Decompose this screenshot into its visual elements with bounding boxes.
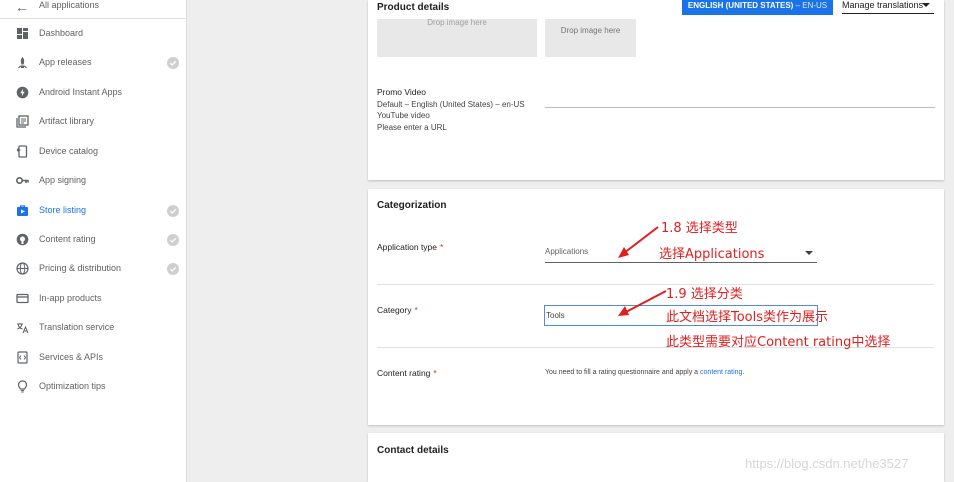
sidebar-item-app-signing[interactable]: App signing <box>0 166 186 195</box>
sidebar-item-content-rating[interactable]: Content rating <box>0 225 186 254</box>
category-label-text: Category <box>377 305 412 315</box>
required-mark: * <box>433 368 437 378</box>
sidebar-item-label: Artifact library <box>39 116 95 126</box>
sidebar-item-services-apis[interactable]: Services & APIs <box>0 343 186 372</box>
required-mark: * <box>414 305 418 315</box>
lightbulb-icon <box>16 380 29 393</box>
sidebar-item-pricing-distribution[interactable]: Pricing & distribution <box>0 254 186 283</box>
application-type-label: Application type * <box>377 242 443 252</box>
content-rating-label: Content rating * <box>377 368 437 378</box>
content-rating-text: You need to fill a rating questionnaire … <box>545 369 701 376</box>
globe-icon <box>16 262 29 275</box>
watermark: https://blog.csdn.net/he3527 <box>745 456 909 471</box>
sidebar-item-optimization-tips[interactable]: Optimization tips <box>0 372 186 401</box>
promo-video-hint: Please enter a URL <box>377 122 447 132</box>
sidebar-item-device-catalog[interactable]: Device catalog <box>0 137 186 166</box>
annotation-step-1-9: 1.9 选择分类 <box>666 287 743 302</box>
image-drop-zone-1[interactable]: Drop image here <box>377 18 537 57</box>
check-circle-icon <box>167 205 179 217</box>
categorization-title: Categorization <box>377 200 447 211</box>
sidebar-item-dashboard[interactable]: Dashboard <box>0 19 186 48</box>
annotation-select-applications: 选择Applications <box>659 247 765 262</box>
rocket-icon <box>16 56 29 69</box>
check-circle-icon <box>167 57 179 69</box>
caret-down-icon <box>922 3 930 7</box>
sidebar-item-label: In-app products <box>39 293 102 303</box>
sidebar-item-label: Android Instant Apps <box>39 87 123 97</box>
sidebar-item-label: Services & APIs <box>39 352 104 362</box>
caret-down-icon <box>805 251 813 255</box>
product-details-title: Product details <box>377 2 450 13</box>
device-icon <box>16 145 29 158</box>
content-rating-period: . <box>742 369 745 376</box>
dashboard-icon <box>16 27 29 40</box>
content-rating-icon <box>16 233 29 246</box>
sidebar-item-in-app-products[interactable]: In-app products <box>0 284 186 313</box>
content-rating-label-text: Content rating <box>377 368 431 378</box>
sidebar-item-android-instant-apps[interactable]: Android Instant Apps <box>0 78 186 107</box>
promo-video-title: Promo Video <box>377 87 426 97</box>
category-value: Tools <box>546 311 565 320</box>
language-button-label: ENGLISH (UNITED STATES) <box>687 1 794 10</box>
arrow-back-icon: ← <box>15 0 29 15</box>
sidebar-item-label: Optimization tips <box>39 381 106 391</box>
drop-image-text: Drop image here <box>427 18 487 27</box>
all-applications-label: All applications <box>39 0 100 10</box>
application-type-label-text: Application type <box>377 242 438 252</box>
annotation-arrow-1 <box>618 226 659 258</box>
promo-video-url-input[interactable] <box>545 107 935 108</box>
annotation-content-rating-note: 此类型需要对应Content rating中选择 <box>666 335 891 350</box>
key-icon <box>16 174 29 187</box>
sidebar-item-translation-service[interactable]: Translation service <box>0 313 186 342</box>
annotation-arrow-2 <box>618 290 667 316</box>
application-type-value: Applications <box>545 247 589 256</box>
sidebar-item-label: Content rating <box>39 234 96 244</box>
promo-video-locale: Default – English (United States) – en-U… <box>377 99 525 109</box>
sidebar-item-label: App signing <box>39 175 87 185</box>
sidebar-item-label: App releases <box>39 57 92 67</box>
promo-video-type: YouTube video <box>377 111 430 120</box>
annotation-tools-choice: 此文档选择Tools类作为展示 <box>666 310 829 325</box>
sidebar: ← All applications Dashboard App release… <box>0 0 187 482</box>
content-rating-message: You need to fill a rating questionnaire … <box>545 369 744 376</box>
store-icon <box>16 204 29 217</box>
image-drop-zone-2[interactable]: Drop image here <box>545 19 636 57</box>
manage-translations-dropdown[interactable]: Manage translations <box>842 0 934 14</box>
check-circle-icon <box>167 234 179 246</box>
all-applications-link[interactable]: ← All applications <box>0 0 186 19</box>
annotation-step-1-8: 1.8 选择类型 <box>661 221 738 236</box>
sidebar-item-label: Pricing & distribution <box>39 263 122 273</box>
drop-image-text: Drop image here <box>560 26 621 35</box>
language-button[interactable]: ENGLISH (UNITED STATES) – EN-US <box>682 0 833 15</box>
divider <box>377 284 934 285</box>
sidebar-item-label: Dashboard <box>39 28 84 38</box>
manage-translations-label: Manage translations <box>842 0 924 10</box>
sidebar-item-label: Device catalog <box>39 146 99 156</box>
sidebar-item-label: Store listing <box>39 205 87 215</box>
check-circle-icon <box>167 263 179 275</box>
sidebar-item-label: Translation service <box>39 322 115 332</box>
category-label: Category * <box>377 305 418 315</box>
library-icon <box>16 115 29 128</box>
sidebar-item-artifact-library[interactable]: Artifact library <box>0 107 186 136</box>
translate-icon <box>16 321 29 334</box>
sidebar-item-app-releases[interactable]: App releases <box>0 48 186 77</box>
card-icon <box>16 292 29 305</box>
contact-details-title: Contact details <box>377 445 449 456</box>
instant-apps-icon <box>16 86 29 99</box>
promo-video-section: Promo Video Default – English (United St… <box>377 87 525 133</box>
required-mark: * <box>440 242 444 252</box>
sidebar-item-store-listing[interactable]: Store listing <box>0 196 186 225</box>
api-icon <box>16 351 29 364</box>
language-code: – EN-US <box>795 1 828 10</box>
content-rating-link[interactable]: content rating <box>700 369 742 376</box>
